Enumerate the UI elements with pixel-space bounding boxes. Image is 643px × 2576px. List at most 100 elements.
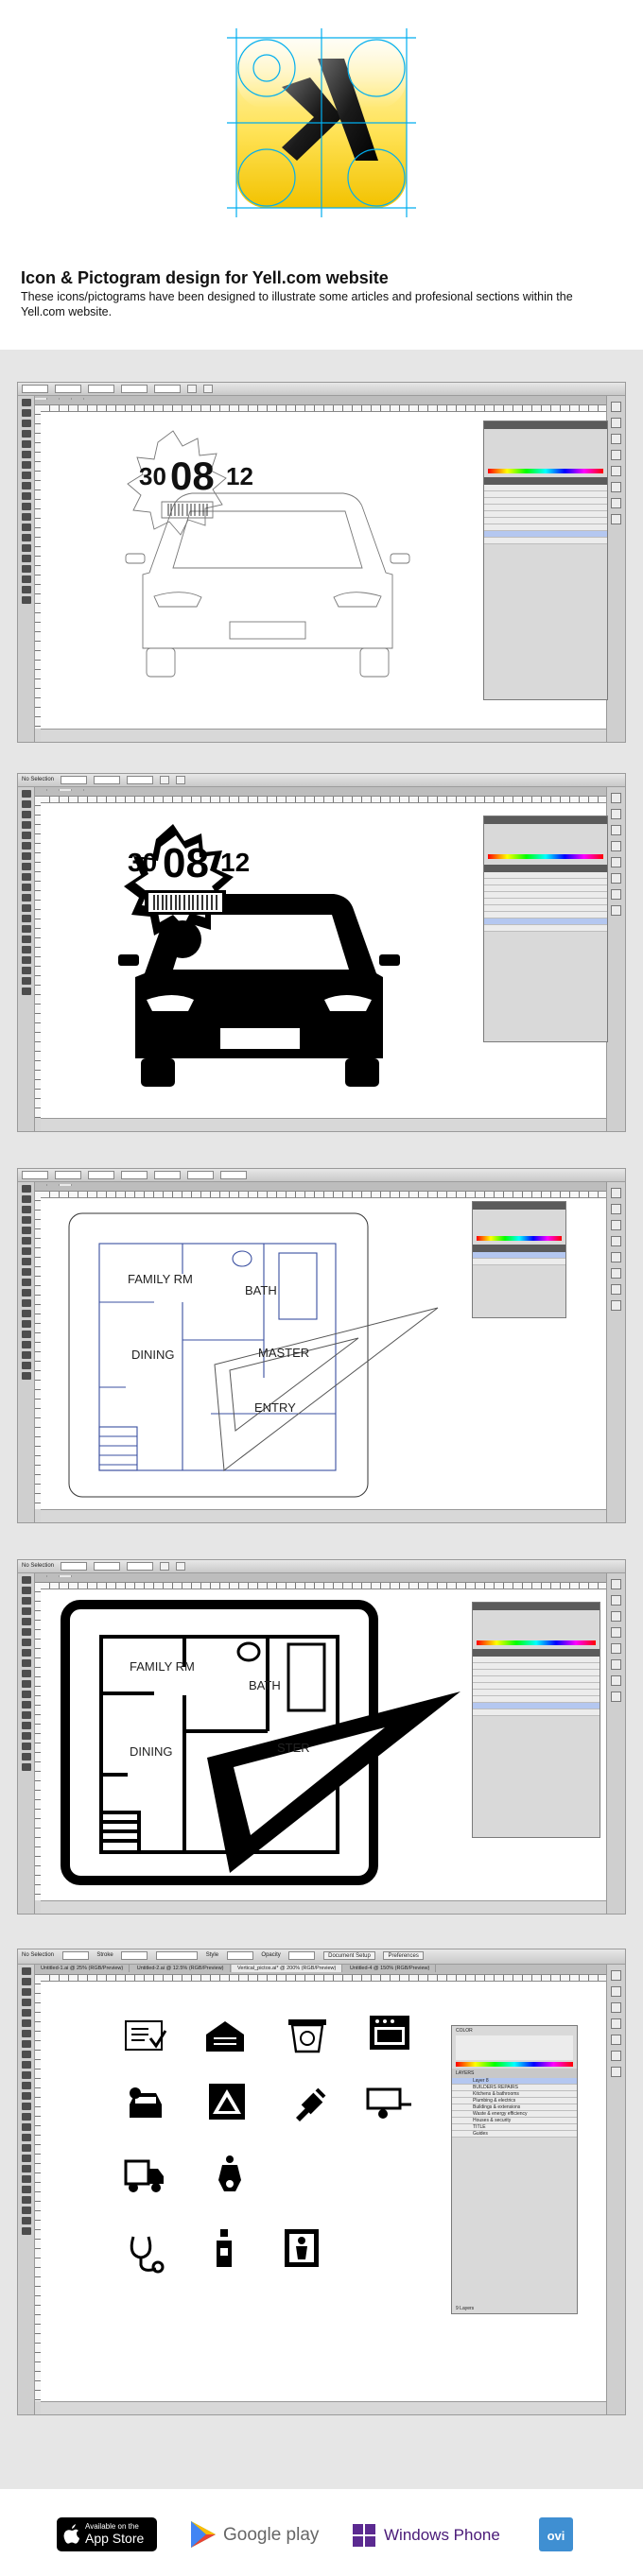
- room-label-family: FAMILY RM: [130, 1659, 195, 1674]
- date-month-text: 08: [170, 454, 215, 498]
- room-label-master: MASTER: [258, 1346, 309, 1360]
- yell-logo-construction: [227, 28, 416, 217]
- document-setup-button[interactable]: Document Setup: [323, 1951, 375, 1960]
- status-bar: [41, 729, 606, 742]
- windows-phone-badge[interactable]: Windows Phone: [352, 2517, 513, 2551]
- hero-section: Icon & Pictogram design for Yell.com web…: [0, 0, 643, 350]
- layers-panel[interactable]: [483, 421, 608, 700]
- selection-label: No Selection: [22, 777, 55, 782]
- trailer-icon: [366, 2087, 411, 2119]
- tab-untitled-4[interactable]: Untitled-4 @ 150% (RGB/Preview): [344, 1965, 437, 1972]
- stroke-field[interactable]: [121, 1951, 148, 1960]
- person-window-icon: [285, 2229, 319, 2267]
- page-description: These icons/pictograms have been designe…: [21, 290, 573, 318]
- car-badge-icon: [130, 2087, 162, 2118]
- tools-panel[interactable]: [18, 1182, 35, 1522]
- illustrator-window-car-filled: No Selection 30 08 12: [17, 773, 626, 1132]
- layer-row[interactable]: Houses & security: [452, 2118, 577, 2124]
- play-triangle-icon: [191, 2521, 216, 2548]
- preferences-button[interactable]: Preferences: [383, 1951, 424, 1960]
- screenshot-gallery: 30 08 12 No Selection 30 08 12 FAMILY RM…: [0, 350, 643, 2489]
- date-year-text: 12: [226, 462, 253, 490]
- tools-panel[interactable]: [18, 1573, 35, 1914]
- panel-dock[interactable]: [606, 1182, 625, 1522]
- ruler-horizontal: [41, 797, 606, 803]
- illustrator-window-icon-set: No Selection Stroke Style Opacity Docume…: [17, 1949, 626, 2415]
- stethoscope-icon: [130, 2236, 165, 2274]
- recycle-bin-icon: [288, 2019, 326, 2053]
- tools-panel[interactable]: [18, 396, 35, 742]
- ovi-label: ovi: [547, 2529, 565, 2543]
- ovi-store-badge[interactable]: ovi: [539, 2517, 573, 2551]
- style-label: Style: [205, 1952, 219, 1958]
- panel-dock[interactable]: [606, 396, 625, 742]
- date-year-text: 12: [220, 848, 250, 877]
- opacity-field[interactable]: [288, 1951, 316, 1960]
- layer-row[interactable]: Plumbing & electrics: [452, 2098, 577, 2104]
- spark-plug-icon: [296, 2087, 326, 2121]
- style-field[interactable]: [226, 1951, 253, 1960]
- tools-panel[interactable]: [18, 1965, 35, 2414]
- document-tabs: [35, 1182, 606, 1192]
- room-label-bath: BATH: [245, 1283, 277, 1297]
- layer-row[interactable]: Guides: [452, 2131, 577, 2138]
- store-badges: Available on the App Store Google play W…: [0, 2489, 643, 2576]
- illustrator-window-car-outline: 30 08 12: [17, 382, 626, 743]
- layer-row[interactable]: Waste & energy efficiency: [452, 2111, 577, 2118]
- yell-logo-icon: [227, 28, 416, 217]
- document-tabs: [35, 396, 606, 405]
- document-tabs: [35, 1573, 606, 1583]
- panel-dock[interactable]: [606, 1573, 625, 1914]
- opacity-label: Opacity: [261, 1952, 281, 1958]
- room-label-bath: BATH: [249, 1678, 281, 1692]
- status-bar: [41, 1900, 606, 1914]
- control-bar: No Selection: [18, 774, 625, 787]
- illustrator-window-floorplan-outline: FAMILY RM BATH DINING MASTER ENTRY: [17, 1168, 626, 1523]
- room-label-entry: ENTRY: [254, 1400, 296, 1415]
- warning-sign-icon: [209, 2084, 245, 2120]
- layers-panel[interactable]: [472, 1201, 566, 1318]
- windows-logo-icon: [353, 2524, 375, 2547]
- control-bar: [18, 383, 625, 396]
- tab-vertical-pictos[interactable]: Vertical_pictos.ai* @ 200% (RGB/Preview): [232, 1965, 343, 1972]
- ruler-horizontal: [41, 405, 606, 412]
- layer-row[interactable]: Buildings & extensions: [452, 2104, 577, 2111]
- tools-panel[interactable]: [18, 787, 35, 1131]
- control-bar: No Selection: [18, 1560, 625, 1573]
- layers-panel[interactable]: [472, 1602, 600, 1838]
- layer-row[interactable]: Kitchens & bathrooms: [452, 2091, 577, 2098]
- layers-count: 9 Layers: [456, 2306, 475, 2311]
- app-store-line1: Available on the: [85, 2522, 139, 2531]
- color-panel-title: COLOR: [456, 2028, 473, 2034]
- brush-field[interactable]: [156, 1951, 199, 1960]
- fill-swatch[interactable]: [61, 1951, 89, 1960]
- stroke-label: Stroke: [96, 1952, 113, 1958]
- color-layers-panel[interactable]: COLOR LAYERS Layer 8 BUILDERS REPAIRS Ki…: [451, 2025, 578, 2314]
- windows-phone-label: Windows Phone: [384, 2526, 500, 2544]
- layer-row[interactable]: TITLE: [452, 2124, 577, 2131]
- status-bar: [41, 2401, 606, 2414]
- page-title: Icon & Pictogram design for Yell.com web…: [21, 268, 389, 287]
- room-label-master: STER: [277, 1741, 310, 1755]
- date-month-text: 08: [163, 840, 209, 886]
- tab-untitled-2[interactable]: Untitled-2.ai @ 12.5% (RGB/Preview): [131, 1965, 231, 1972]
- room-label-dining: DINING: [131, 1348, 175, 1362]
- layer-row[interactable]: Layer 8: [452, 2078, 577, 2085]
- control-bar: [18, 1169, 625, 1182]
- app-store-badge[interactable]: Available on the App Store: [57, 2517, 157, 2551]
- oven-icon: [370, 2016, 409, 2050]
- google-play-badge[interactable]: Google play: [189, 2517, 322, 2551]
- room-label-family: FAMILY RM: [128, 1272, 193, 1286]
- status-bar: [41, 1118, 606, 1131]
- panel-dock[interactable]: [606, 787, 625, 1131]
- ruler-horizontal: [41, 1975, 606, 1982]
- layers-panel[interactable]: [483, 816, 608, 1042]
- tab-untitled-1[interactable]: Untitled-1.ai @ 25% (RGB/Preview): [35, 1965, 130, 1972]
- layer-row[interactable]: BUILDERS REPAIRS: [452, 2085, 577, 2091]
- truck-icon: [124, 2159, 164, 2192]
- date-day-text: 30: [139, 462, 166, 490]
- apple-icon: [63, 2524, 79, 2544]
- panel-dock[interactable]: [606, 1965, 625, 2414]
- document-tabs: Untitled-1.ai @ 25% (RGB/Preview) Untitl…: [35, 1965, 606, 1975]
- room-label-dining: DINING: [130, 1744, 173, 1759]
